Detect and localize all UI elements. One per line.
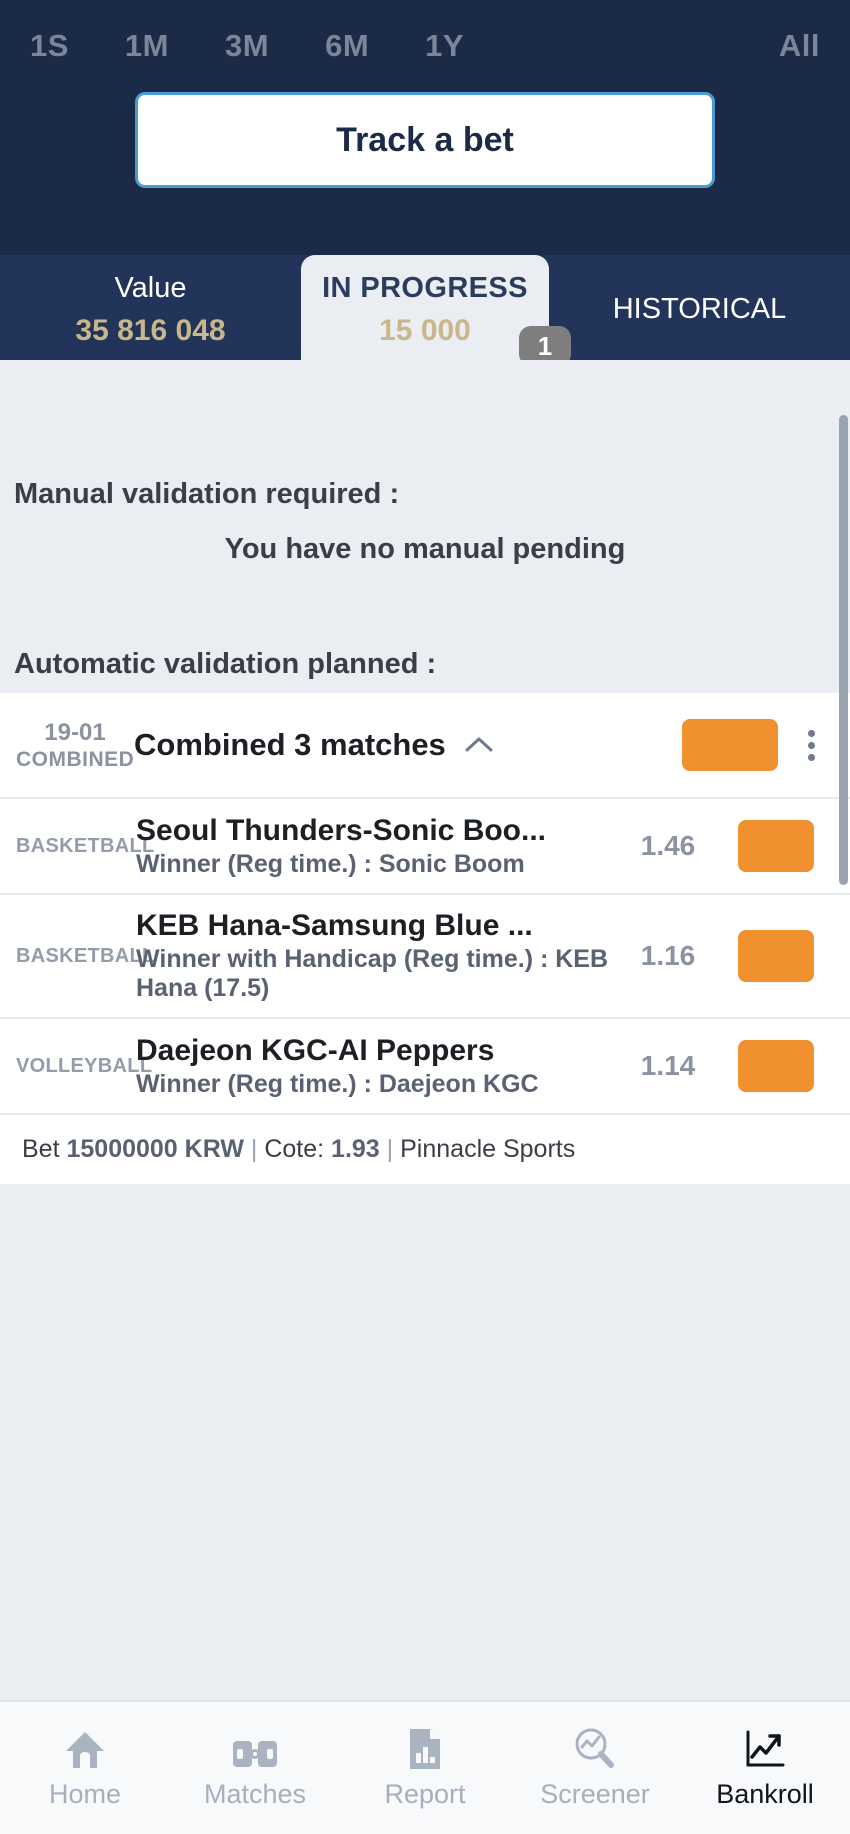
match-info: Daejeon KGC-AI Peppers Winner (Reg time.…: [136, 1034, 620, 1099]
bottom-navigation: Home Matches Report Screener Bankroll: [0, 1700, 850, 1834]
tab-value-amount: 35 816 048: [75, 313, 226, 347]
content-area: Manual validation required : You have no…: [0, 360, 850, 1700]
bet-options-menu-icon[interactable]: [788, 729, 834, 761]
table-row[interactable]: BASKETBALL Seoul Thunders-Sonic Boo... W…: [0, 797, 850, 893]
top-header: 1S 1M 3M 6M 1Y All Track a bet: [0, 0, 850, 255]
automatic-validation-section: Automatic validation planned :: [0, 648, 850, 693]
match-status-chip: [738, 820, 814, 872]
manual-validation-empty: You have no manual pending: [224, 533, 626, 565]
bookmaker-name: Pinnacle Sports: [400, 1135, 576, 1163]
manual-validation-title: Manual validation required :: [14, 478, 400, 510]
bet-card: 19-01 COMBINED Combined 3 matches BASKET…: [0, 693, 850, 1184]
bankroll-icon: [743, 1727, 787, 1771]
period-1s[interactable]: 1S: [30, 28, 69, 64]
tab-value[interactable]: Value 35 816 048: [0, 255, 301, 360]
bet-status-chip: [682, 719, 778, 771]
nav-label-bankroll: Bankroll: [716, 1778, 814, 1809]
bet-title-block: Combined 3 matches: [134, 727, 682, 763]
cote-label: Cote:: [264, 1135, 325, 1163]
tab-historical-label: HISTORICAL: [612, 293, 787, 326]
period-all[interactable]: All: [779, 28, 820, 64]
bet-date-block: 19-01 COMBINED: [16, 718, 134, 772]
track-bet-wrap: Track a bet: [0, 92, 850, 188]
tab-in-progress[interactable]: IN PROGRESS 15 000 1: [301, 255, 571, 366]
nav-label-report: Report: [384, 1778, 466, 1809]
period-selector: 1S 1M 3M 6M 1Y All: [0, 0, 850, 64]
match-odd: 1.14: [640, 1050, 696, 1081]
match-selection: Winner with Handicap (Reg time.) : KEB H…: [136, 945, 609, 1002]
summary-separator-2: |: [386, 1135, 394, 1163]
nav-item-screener[interactable]: Screener: [510, 1727, 680, 1810]
tab-in-progress-label: IN PROGRESS: [322, 272, 528, 305]
period-1m[interactable]: 1M: [125, 28, 169, 64]
nav-label-screener: Screener: [540, 1778, 650, 1809]
match-name: Seoul Thunders-Sonic Boo...: [136, 813, 547, 847]
bet-date: 19-01: [44, 719, 106, 746]
nav-item-report[interactable]: Report: [340, 1727, 510, 1810]
match-status-chip-wrap: [738, 930, 834, 982]
nav-item-bankroll[interactable]: Bankroll: [680, 1727, 850, 1810]
bet-header-row[interactable]: 19-01 COMBINED Combined 3 matches: [0, 693, 850, 797]
cote-value: 1.93: [331, 1135, 380, 1163]
bet-amount-label: Bet: [22, 1135, 60, 1163]
period-1y[interactable]: 1Y: [425, 28, 464, 64]
nav-item-matches[interactable]: Matches: [170, 1727, 340, 1810]
table-row[interactable]: BASKETBALL KEB Hana-Samsung Blue ... Win…: [0, 893, 850, 1017]
match-selection: Winner (Reg time.) : Daejeon KGC: [136, 1069, 539, 1098]
chevron-up-icon[interactable]: [464, 727, 494, 763]
period-6m[interactable]: 6M: [325, 28, 369, 64]
match-status-chip-wrap: [738, 820, 834, 872]
nav-item-home[interactable]: Home: [0, 1727, 170, 1810]
scrollbar[interactable]: [839, 415, 848, 885]
bet-title: Combined 3 matches: [134, 727, 446, 762]
screener-icon: [573, 1727, 617, 1771]
tab-historical[interactable]: HISTORICAL: [549, 255, 850, 360]
match-odd: 1.16: [640, 940, 696, 971]
table-row[interactable]: VOLLEYBALL Daejeon KGC-AI Peppers Winner…: [0, 1017, 850, 1113]
match-status-chip: [738, 1040, 814, 1092]
match-info: KEB Hana-Samsung Blue ... Winner with Ha…: [136, 909, 620, 1003]
app-screen: 1S 1M 3M 6M 1Y All Track a bet Value 35 …: [0, 0, 850, 1834]
tab-in-progress-amount: 15 000: [379, 313, 471, 347]
tab-value-label: Value: [114, 272, 187, 305]
match-sport: BASKETBALL: [16, 834, 155, 857]
manual-validation-section: Manual validation required : You have no…: [0, 360, 850, 566]
track-a-bet-button[interactable]: Track a bet: [135, 92, 715, 188]
match-status-chip: [738, 930, 814, 982]
summary-separator-1: |: [250, 1135, 258, 1163]
match-name: Daejeon KGC-AI Peppers: [136, 1033, 495, 1067]
match-name: KEB Hana-Samsung Blue ...: [136, 909, 533, 942]
report-icon: [407, 1727, 443, 1771]
bet-summary: Bet 15000000 KRW | Cote: 1.93 | Pinnacle…: [0, 1113, 850, 1184]
match-sport: VOLLEYBALL: [16, 1054, 153, 1077]
bet-type: COMBINED: [16, 748, 135, 771]
nav-label-home: Home: [48, 1778, 122, 1809]
matches-icon: [232, 1727, 278, 1771]
match-status-chip-wrap: [738, 1040, 834, 1092]
home-icon: [63, 1727, 107, 1771]
match-odd: 1.46: [640, 830, 696, 861]
bet-amount-value: 15000000 KRW: [66, 1135, 244, 1163]
match-selection: Winner (Reg time.) : Sonic Boom: [136, 849, 525, 878]
match-sport: BASKETBALL: [16, 944, 155, 967]
nav-label-matches: Matches: [203, 1778, 307, 1809]
match-info: Seoul Thunders-Sonic Boo... Winner (Reg …: [136, 814, 620, 879]
period-3m[interactable]: 3M: [225, 28, 269, 64]
tab-bar: Value 35 816 048 IN PROGRESS 15 000 1 HI…: [0, 255, 850, 366]
automatic-validation-title: Automatic validation planned :: [14, 648, 437, 680]
